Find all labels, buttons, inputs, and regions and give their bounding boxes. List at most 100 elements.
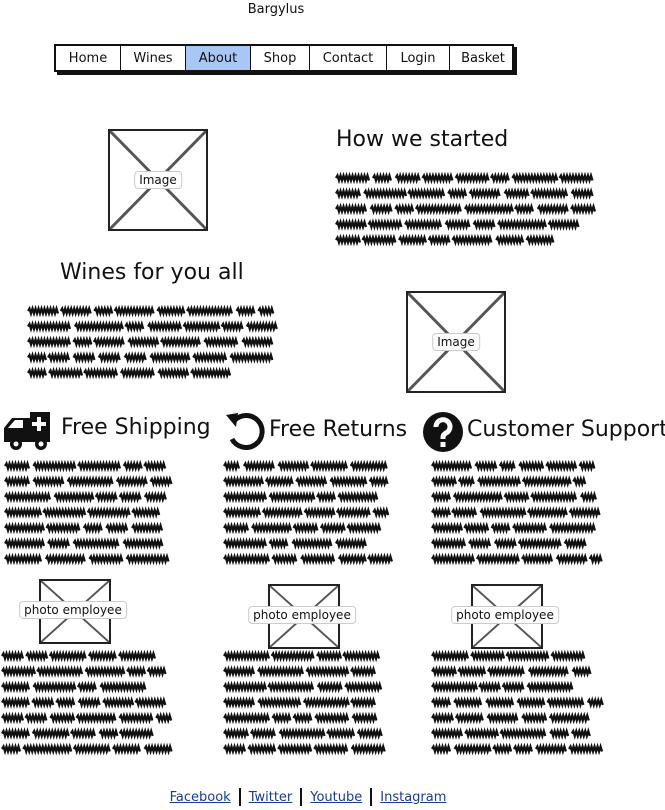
- scribble-word: [251, 521, 293, 535]
- scribble-word: [223, 475, 265, 488]
- scribble-word: [278, 727, 326, 740]
- scribble-word: [313, 742, 349, 756]
- scribble-word: [571, 665, 592, 678]
- scribble-word: [512, 521, 548, 535]
- scribble-word: [55, 696, 76, 709]
- nav-contact[interactable]: Contact: [310, 46, 387, 70]
- scribble-word: [485, 696, 515, 709]
- scribble-word: [149, 351, 191, 364]
- scribble-word: [59, 305, 92, 318]
- question-circle-icon: [423, 412, 463, 452]
- scribble-word: [48, 650, 87, 663]
- scribble-word: [1, 680, 31, 694]
- scribble-word: [291, 537, 333, 550]
- nav-about[interactable]: About: [186, 46, 251, 70]
- scribble-word: [27, 320, 72, 333]
- scribble-word: [526, 680, 574, 694]
- scribble-word: [223, 521, 250, 535]
- footer-link-youtube[interactable]: Youtube: [302, 790, 370, 805]
- scribble-word: [159, 335, 201, 349]
- scribble-word: [499, 727, 547, 740]
- scribble-word: [32, 460, 77, 473]
- footer-link-facebook[interactable]: Facebook: [162, 790, 239, 805]
- scribble-word: [229, 351, 274, 364]
- scribble-word: [185, 305, 233, 318]
- scribble-word: [4, 460, 31, 473]
- scribble-word: [568, 742, 604, 756]
- scribble-word: [513, 202, 534, 216]
- scribble-word: [518, 460, 545, 473]
- scribble-word: [503, 187, 530, 200]
- scribble-word: [356, 727, 383, 740]
- scribble-word: [454, 172, 490, 185]
- image-placeholder-wines: Image: [406, 291, 506, 393]
- scribble-word: [549, 727, 570, 740]
- scribble-word: [223, 665, 256, 678]
- scribble-word: [431, 742, 452, 756]
- scribble-text-support: [431, 460, 603, 566]
- scribble-word: [235, 305, 256, 318]
- heading-wines-for-you-all: Wines for you all: [60, 260, 244, 285]
- scribble-word: [249, 727, 276, 740]
- scribble-word: [118, 711, 154, 725]
- scribble-word: [36, 665, 84, 678]
- nav-wines[interactable]: Wines: [121, 46, 186, 70]
- scribble-word: [24, 711, 48, 725]
- scribble-word: [342, 650, 381, 663]
- scribble-word: [498, 460, 516, 473]
- scribble-word: [334, 537, 367, 550]
- nav-shop[interactable]: Shop: [251, 46, 310, 70]
- scribble-word: [521, 552, 554, 566]
- scribble-word: [72, 335, 93, 349]
- scribble-word: [586, 696, 604, 709]
- scribble-word: [350, 665, 377, 678]
- scribble-word: [335, 233, 362, 247]
- scribble-word: [124, 320, 145, 333]
- scribble-word: [1, 665, 37, 678]
- scribble-word: [472, 218, 496, 231]
- nav-login[interactable]: Login: [387, 46, 450, 70]
- scribble-word: [267, 680, 315, 694]
- scribble-word: [337, 552, 367, 566]
- scribble-word: [223, 506, 262, 519]
- scribble-word: [223, 696, 256, 709]
- scribble-word: [350, 696, 377, 709]
- scribble-word: [326, 727, 356, 740]
- nav-home[interactable]: Home: [56, 46, 121, 70]
- scribble-word: [192, 351, 228, 364]
- scribble-word: [146, 665, 167, 678]
- scribble-word: [69, 727, 96, 740]
- scribble-word: [454, 711, 484, 725]
- scribble-word: [427, 233, 451, 247]
- scribble-word: [126, 665, 147, 678]
- scribble-word: [264, 475, 294, 488]
- scribble-word: [468, 187, 501, 200]
- scribble-word: [113, 305, 155, 318]
- scribble-word: [203, 335, 239, 349]
- scribble-word: [555, 552, 588, 566]
- scribble-word: [398, 233, 428, 247]
- feature-title-support: Customer Support: [467, 417, 665, 442]
- footer-link-instagram[interactable]: Instagram: [372, 790, 454, 805]
- scribble-word: [517, 537, 562, 550]
- scribble-word: [431, 696, 452, 709]
- nav-basket[interactable]: Basket: [450, 46, 516, 70]
- scribble-word: [463, 521, 490, 535]
- scribble-word: [431, 711, 455, 725]
- scribble-word: [223, 711, 271, 725]
- scribble-word: [512, 742, 533, 756]
- scribble-word: [366, 552, 393, 566]
- scribble-word: [88, 552, 124, 566]
- scribble-word: [421, 172, 454, 185]
- scribble-word: [295, 475, 328, 488]
- scribble-word: [44, 552, 86, 566]
- scribble-word: [349, 460, 388, 473]
- scribble-word: [143, 742, 173, 756]
- footer-link-twitter[interactable]: Twitter: [241, 790, 301, 805]
- scribble-word: [42, 506, 87, 519]
- scribble-word: [247, 742, 277, 756]
- scribble-word: [457, 475, 475, 488]
- scribble-word: [335, 202, 368, 216]
- scribble-word: [87, 650, 117, 663]
- image-label: Image: [134, 171, 182, 189]
